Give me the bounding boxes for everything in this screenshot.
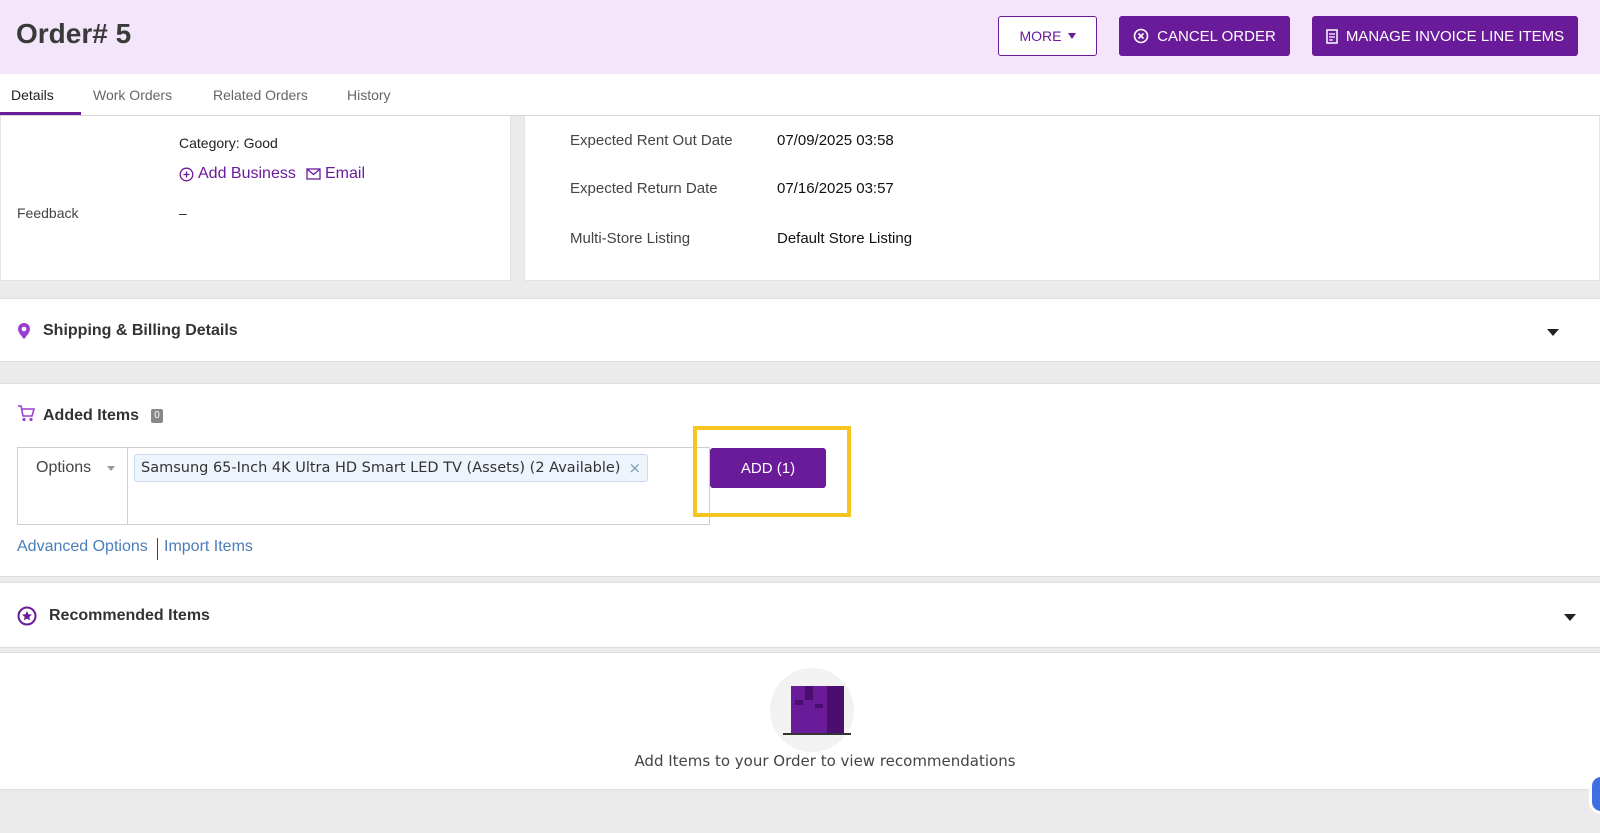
location-pin-icon <box>18 323 30 339</box>
multi-store-value: Default Store Listing <box>777 230 913 247</box>
shipping-billing-title: Shipping & Billing Details <box>43 322 238 339</box>
remove-tag-icon[interactable]: × <box>628 459 641 477</box>
added-items-count-badge: 0 <box>151 409 163 423</box>
add-business-label: Add Business <box>198 165 296 182</box>
cancel-circle-icon <box>1133 28 1149 44</box>
select-caret-icon <box>107 466 115 471</box>
selected-item-label: Samsung 65-Inch 4K Ultra HD Smart LED TV… <box>141 460 621 476</box>
cancel-order-button[interactable]: CANCEL ORDER <box>1119 16 1290 56</box>
advanced-options-link[interactable]: Advanced Options <box>17 538 148 556</box>
invoice-icon <box>1326 28 1338 44</box>
star-circle-icon <box>17 606 37 626</box>
box-icon-side <box>827 686 844 733</box>
caret-down-icon <box>1067 33 1076 39</box>
expected-return-label: Expected Return Date <box>570 180 718 197</box>
feedback-value: – <box>179 205 187 221</box>
shipping-billing-section[interactable]: Shipping & Billing Details <box>0 298 1600 362</box>
options-select[interactable]: Options <box>17 447 128 525</box>
tab-work-orders[interactable]: Work Orders <box>93 87 172 103</box>
import-items-link[interactable]: Import Items <box>164 538 253 556</box>
box-icon-flap <box>805 686 813 700</box>
customer-category: Category: Good <box>179 135 278 151</box>
recommendations-empty-text: Add Items to your Order to view recommen… <box>634 752 1016 770</box>
link-separator <box>157 538 158 560</box>
feedback-label: Feedback <box>17 205 79 221</box>
added-items-title: Added Items <box>43 407 140 424</box>
manage-invoice-button[interactable]: MANAGE INVOICE LINE ITEMS <box>1312 16 1578 56</box>
chevron-down-icon[interactable] <box>1547 329 1559 336</box>
more-button-label: MORE <box>1019 28 1062 44</box>
recommended-items-section[interactable]: Recommended Items <box>0 582 1600 648</box>
box-icon-flap <box>795 700 803 705</box>
options-select-label: Options <box>36 459 92 476</box>
email-label: Email <box>325 165 366 182</box>
tab-bar: Details Work Orders Related Orders Histo… <box>0 74 1600 116</box>
mail-icon <box>306 168 321 180</box>
page-header: Order# 5 MORE CANCEL ORDER MANAGE INVOIC… <box>0 0 1600 74</box>
plus-circle-icon <box>179 167 194 181</box>
email-link[interactable]: Email <box>306 165 365 183</box>
more-button[interactable]: MORE <box>998 16 1097 56</box>
item-search-input[interactable]: Samsung 65-Inch 4K Ultra HD Smart LED TV… <box>127 447 710 525</box>
active-tab-indicator <box>0 112 81 115</box>
recommended-items-title: Recommended Items <box>49 607 210 624</box>
page-title: Order# 5 <box>16 18 132 49</box>
chat-widget-icon[interactable] <box>1589 774 1600 814</box>
expected-rent-out-label: Expected Rent Out Date <box>570 132 733 149</box>
cart-icon <box>18 405 35 422</box>
chevron-down-icon[interactable] <box>1564 614 1576 621</box>
tab-related-orders[interactable]: Related Orders <box>213 87 308 103</box>
expected-rent-out-value: 07/09/2025 03:58 <box>777 132 894 149</box>
multi-store-label: Multi-Store Listing <box>570 230 691 247</box>
box-icon-floor <box>783 733 851 735</box>
expected-return-value: 07/16/2025 03:57 <box>777 180 894 197</box>
add-business-link[interactable]: Add Business <box>179 165 296 183</box>
box-icon-flap <box>815 704 823 708</box>
add-items-button[interactable]: ADD (1) <box>710 448 826 488</box>
tab-history[interactable]: History <box>347 87 391 103</box>
cancel-order-label: CANCEL ORDER <box>1157 27 1276 45</box>
manage-invoice-label: MANAGE INVOICE LINE ITEMS <box>1345 27 1565 45</box>
tab-details[interactable]: Details <box>11 87 54 103</box>
selected-item-tag: Samsung 65-Inch 4K Ultra HD Smart LED TV… <box>134 454 649 482</box>
